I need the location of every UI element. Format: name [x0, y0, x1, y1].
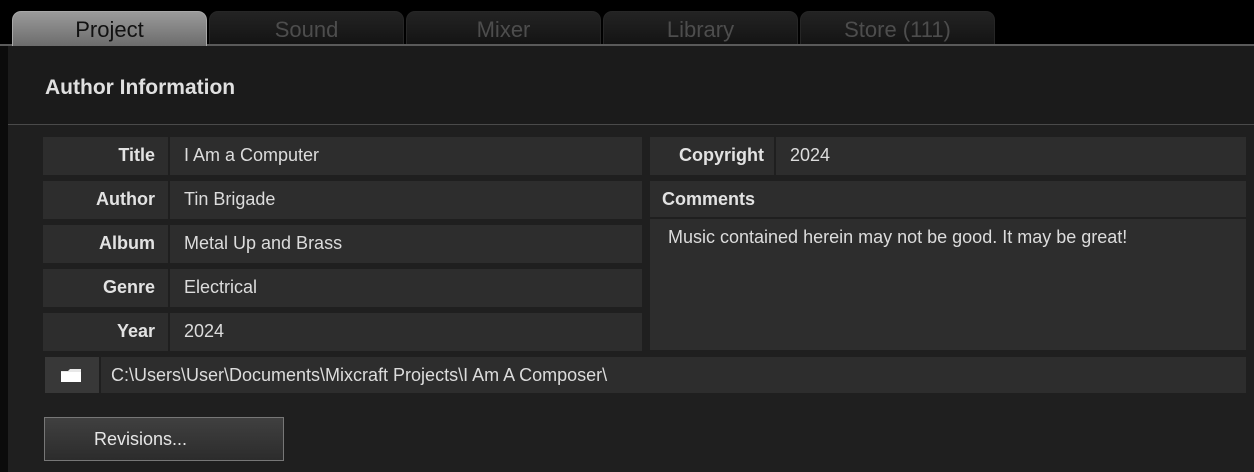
genre-field[interactable]: Electrical [170, 269, 642, 307]
browse-folder-button[interactable] [45, 357, 99, 393]
copyright-field[interactable]: 2024 [776, 137, 1246, 175]
tab-bar: Project Sound Mixer Library Store (111) [0, 0, 1254, 46]
album-field[interactable]: Metal Up and Brass [170, 225, 642, 263]
section-title: Author Information [45, 76, 236, 99]
tab-library[interactable]: Library [603, 11, 798, 44]
tab-mixer[interactable]: Mixer [406, 11, 601, 44]
tab-store[interactable]: Store (111) [800, 11, 995, 44]
author-label: Author [43, 181, 168, 219]
comments-label: Comments [650, 181, 1246, 217]
folder-icon [61, 369, 81, 382]
panel-header: Author Information [8, 46, 1254, 125]
year-label: Year [43, 313, 168, 351]
title-field[interactable]: I Am a Computer [170, 137, 642, 175]
genre-label: Genre [43, 269, 168, 307]
title-label: Title [43, 137, 168, 175]
comments-field[interactable]: Music contained herein may not be good. … [650, 219, 1246, 350]
author-field[interactable]: Tin Brigade [170, 181, 642, 219]
album-label: Album [43, 225, 168, 263]
tab-project[interactable]: Project [12, 11, 207, 46]
revisions-button[interactable]: Revisions... [44, 417, 284, 461]
project-path-field[interactable]: C:\Users\User\Documents\Mixcraft Project… [101, 357, 1246, 393]
tab-sound[interactable]: Sound [209, 11, 404, 44]
year-field[interactable]: 2024 [170, 313, 642, 351]
copyright-label: Copyright [650, 137, 774, 175]
project-panel: Author Information Title Author Album Ge… [8, 46, 1254, 472]
